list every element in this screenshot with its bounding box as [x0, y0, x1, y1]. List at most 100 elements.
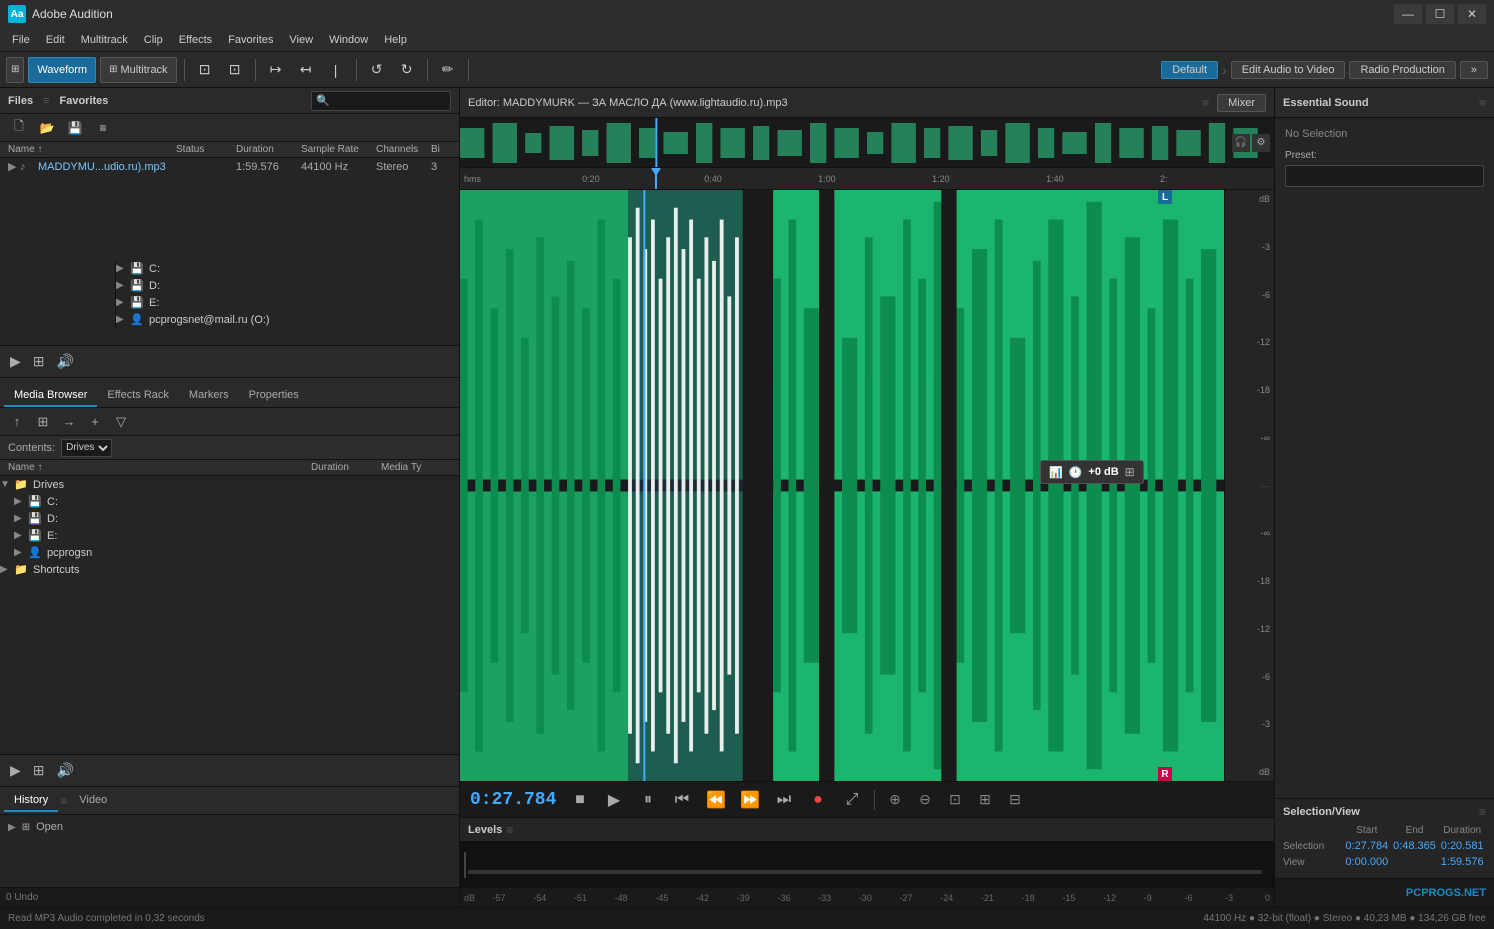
media-tabs: Media Browser Effects Rack Markers Prope…: [0, 378, 459, 408]
toolbar-icon-3[interactable]: ↦: [263, 57, 289, 83]
media-nav2-button[interactable]: →: [58, 411, 80, 433]
col-name-header[interactable]: Name ↑: [8, 144, 176, 155]
media-volume-button[interactable]: 🔊: [57, 762, 74, 779]
c-drive-label: C:: [47, 496, 459, 508]
media-nav-button[interactable]: ⊞: [32, 411, 54, 433]
sv-view-end[interactable]: [1391, 856, 1439, 868]
media-up-button[interactable]: ↑: [6, 411, 28, 433]
media-play-button[interactable]: ▶: [10, 762, 21, 779]
menu-favorites[interactable]: Favorites: [220, 32, 281, 48]
maximize-button[interactable]: ☐: [1426, 4, 1454, 24]
r-badge[interactable]: R: [1158, 767, 1172, 781]
sv-view-duration[interactable]: 1:59.576: [1438, 856, 1486, 868]
favorites-label[interactable]: Favorites: [60, 95, 109, 107]
menu-clip[interactable]: Clip: [136, 32, 171, 48]
menu-file[interactable]: File: [4, 32, 38, 48]
tab-properties[interactable]: Properties: [239, 385, 309, 407]
tree-drives[interactable]: ▼ 📁 Drives: [0, 476, 459, 493]
tree-pcprogsn[interactable]: ▶ 👤 pcprogsn: [0, 544, 459, 561]
tree-d[interactable]: ▶ 💾 D:: [0, 510, 459, 527]
media-col-name[interactable]: Name ↑: [8, 462, 311, 473]
tree-c[interactable]: ▶ 💾 C:: [0, 493, 459, 510]
toolbar-icon-pencil[interactable]: ✏: [435, 57, 461, 83]
toolbar-icon-6[interactable]: ↺: [364, 57, 390, 83]
stop-button[interactable]: ■: [566, 786, 594, 814]
workspace-edit-audio-button[interactable]: Edit Audio to Video: [1231, 61, 1346, 79]
waveform-main[interactable]: L R 📊 🕐 +0 dB ⊞: [460, 190, 1224, 781]
sv-sel-duration[interactable]: 0:20.581: [1438, 840, 1486, 852]
zoom-out-button[interactable]: ⊖: [913, 788, 937, 812]
media-filter-button[interactable]: ▽: [110, 411, 132, 433]
next-button[interactable]: ⏭: [770, 786, 798, 814]
record-button[interactable]: ●: [804, 786, 832, 814]
files-export-button[interactable]: ⊞: [33, 353, 45, 370]
toolbar-icon-5[interactable]: |: [323, 57, 349, 83]
tab-history[interactable]: History: [4, 790, 58, 812]
workspace-more-button[interactable]: »: [1460, 61, 1488, 79]
col-duration-header: Duration: [236, 144, 301, 155]
files-open-button[interactable]: 📂: [34, 115, 60, 141]
media-export-button[interactable]: ⊞: [33, 762, 45, 779]
mixer-button[interactable]: Mixer: [1217, 94, 1266, 112]
toolbar-icon-7[interactable]: ↻: [394, 57, 420, 83]
tree-shortcuts[interactable]: ▶ 📁 Shortcuts: [0, 561, 459, 578]
menu-help[interactable]: Help: [376, 32, 415, 48]
drives-label: Drives: [33, 479, 459, 491]
menu-effects[interactable]: Effects: [171, 32, 220, 48]
prev-button[interactable]: ⏮: [668, 786, 696, 814]
files-play-button[interactable]: ▶: [10, 353, 21, 370]
l-badge[interactable]: L: [1158, 190, 1172, 204]
history-item-open[interactable]: ▶ ⊞ Open: [8, 819, 451, 835]
mini-wave-zoom-in[interactable]: 🎧: [1232, 134, 1250, 152]
file-row[interactable]: ▶ ♪ MADDYMU...udio.ru).mp3 1:59.576 4410…: [0, 158, 459, 175]
history-expand[interactable]: ▶: [8, 822, 16, 833]
workspace-radio-button[interactable]: Radio Production: [1349, 61, 1455, 79]
sv-view-start[interactable]: 0:00.000: [1343, 856, 1391, 868]
tab-markers[interactable]: Markers: [179, 385, 239, 407]
contents-select[interactable]: Drives: [61, 439, 112, 457]
rwd-button[interactable]: ⏪: [702, 786, 730, 814]
close-button[interactable]: ✕: [1458, 4, 1486, 24]
toolbar-icon-4[interactable]: ↤: [293, 57, 319, 83]
fwd-button[interactable]: ⏩: [736, 786, 764, 814]
multitrack-button[interactable]: ⊞ Multitrack: [100, 57, 176, 83]
tab-media-browser[interactable]: Media Browser: [4, 385, 97, 407]
toolbar-icon-2[interactable]: ⊡: [222, 57, 248, 83]
editor-menu-icon[interactable]: ≡: [1202, 96, 1209, 110]
menu-window[interactable]: Window: [321, 32, 376, 48]
media-add-button[interactable]: +: [84, 411, 106, 433]
brand-area: PCPROGS.NET: [1275, 878, 1494, 907]
ruler-020: 0:20: [582, 174, 600, 184]
files-save-button[interactable]: 💾: [62, 115, 88, 141]
menu-view[interactable]: View: [281, 32, 321, 48]
files-footer: ▶ ⊞ 🔊: [0, 345, 459, 377]
view-toggle-button[interactable]: ⊞: [6, 57, 24, 83]
zoom-button-4[interactable]: ⊞: [973, 788, 997, 812]
waveform-button[interactable]: Waveform: [28, 57, 96, 83]
expand-arrow: ▶: [8, 160, 20, 173]
mini-wave-settings[interactable]: ⚙: [1252, 134, 1270, 152]
workspace-default-button[interactable]: Default: [1161, 61, 1218, 79]
zoom-in-button[interactable]: ⊕: [883, 788, 907, 812]
levels-27: -27: [900, 893, 913, 903]
files-new-button[interactable]: 🗋: [6, 115, 32, 141]
files-search-input[interactable]: [311, 91, 451, 111]
tab-video[interactable]: Video: [69, 790, 117, 812]
preset-input[interactable]: [1285, 165, 1484, 187]
tree-e[interactable]: ▶ 💾 E:: [0, 527, 459, 544]
toolbar-icon-1[interactable]: ⊡: [192, 57, 218, 83]
menu-multitrack[interactable]: Multitrack: [73, 32, 136, 48]
loop-button[interactable]: ⤢: [838, 786, 866, 814]
files-menu-button[interactable]: ≡: [90, 115, 116, 141]
sv-sel-end[interactable]: 0:48.365: [1391, 840, 1439, 852]
pause-button[interactable]: ⏸: [634, 786, 662, 814]
menu-edit[interactable]: Edit: [38, 32, 73, 48]
minimize-button[interactable]: —: [1394, 4, 1422, 24]
tab-effects-rack[interactable]: Effects Rack: [97, 385, 179, 407]
sv-sel-start[interactable]: 0:27.784: [1343, 840, 1391, 852]
popup-expand-button[interactable]: ⊞: [1125, 465, 1135, 479]
files-volume-button[interactable]: 🔊: [57, 353, 74, 370]
zoom-fit-button[interactable]: ⊡: [943, 788, 967, 812]
play-button[interactable]: ▶: [600, 786, 628, 814]
zoom-button-5[interactable]: ⊟: [1003, 788, 1027, 812]
